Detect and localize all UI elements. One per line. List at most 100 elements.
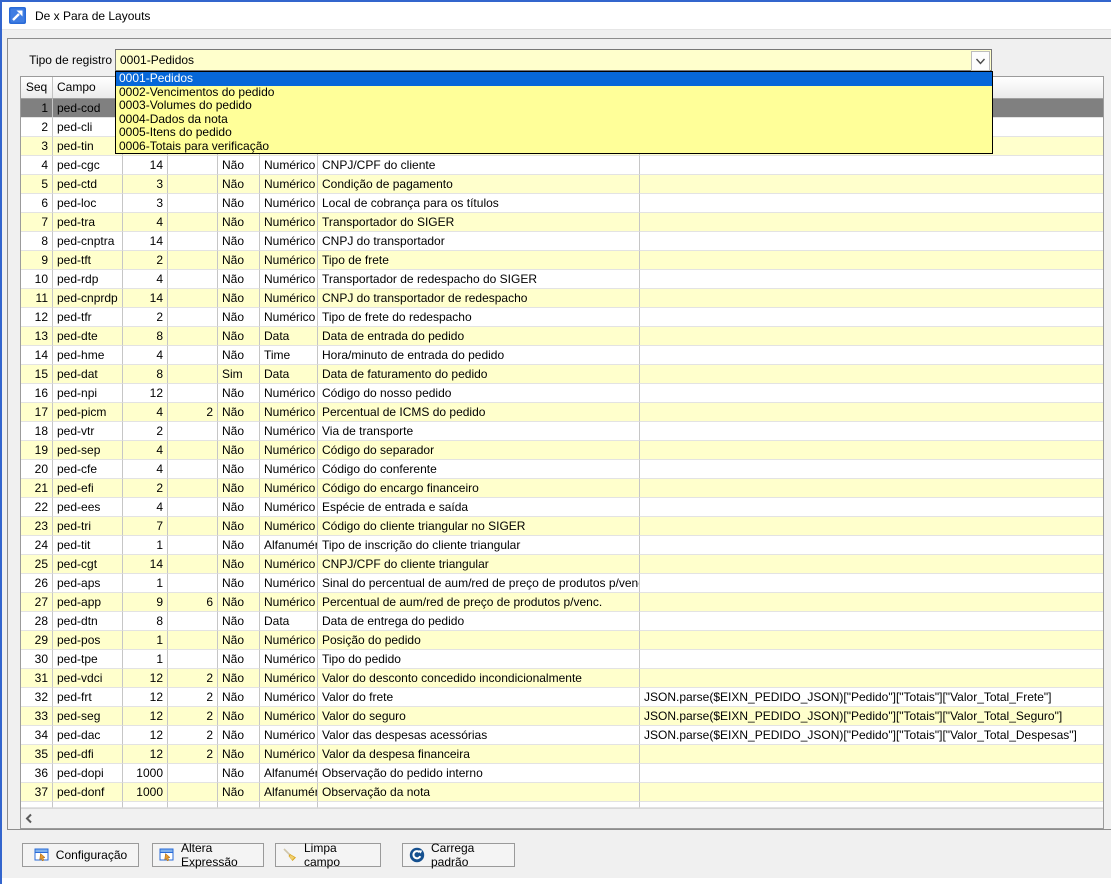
cell-dec xyxy=(168,441,218,460)
table-row[interactable]: 15ped-dat8SimDataData de faturamento do … xyxy=(21,365,1103,384)
cell-tipo: Numérico xyxy=(260,688,318,707)
table-row[interactable]: 31ped-vdci122NãoNuméricoValor do descont… xyxy=(21,669,1103,688)
table-row[interactable]: 25ped-cgt14NãoNuméricoCNPJ/CPF do client… xyxy=(21,555,1103,574)
horizontal-scrollbar[interactable] xyxy=(21,808,1103,828)
cell-tipo: Numérico xyxy=(260,555,318,574)
cell-dec xyxy=(168,327,218,346)
cell-obr: Não xyxy=(218,346,260,365)
cell-seq: 2 xyxy=(21,118,53,137)
cell-tam: 3 xyxy=(123,175,168,194)
cell-seq: 18 xyxy=(21,422,53,441)
table-row[interactable]: 27ped-app96NãoNuméricoPercentual de aum/… xyxy=(21,593,1103,612)
cell-expr xyxy=(640,574,1103,593)
dropdown-option[interactable]: 0006-Totais para verificação xyxy=(116,140,992,154)
dropdown-option[interactable]: 0004-Dados da nota xyxy=(116,113,992,127)
cell-expr: JSON.parse($EIXN_PEDIDO_JSON)["Pedido"][… xyxy=(640,688,1103,707)
table-row[interactable]: 7ped-tra4NãoNuméricoTransportador do SIG… xyxy=(21,213,1103,232)
table-row[interactable]: 4ped-cgc14NãoNuméricoCNPJ/CPF do cliente xyxy=(21,156,1103,175)
table-row[interactable]: 35ped-dfi122NãoNuméricoValor da despesa … xyxy=(21,745,1103,764)
cell-desc: Observação da nota xyxy=(318,783,640,802)
cell-desc: Hora/minuto de entrada do pedido xyxy=(318,346,640,365)
table-row[interactable]: 9ped-tft2NãoNuméricoTipo de frete xyxy=(21,251,1103,270)
table-row[interactable]: 13ped-dte8NãoDataData de entrada do pedi… xyxy=(21,327,1103,346)
table-row[interactable]: 19ped-sep4NãoNuméricoCódigo do separador xyxy=(21,441,1103,460)
cell-dec xyxy=(168,536,218,555)
table-row[interactable]: 18ped-vtr2NãoNuméricoVia de transporte xyxy=(21,422,1103,441)
cell-tam: 7 xyxy=(123,517,168,536)
cell-dec xyxy=(168,612,218,631)
cell-desc: Tipo de frete do redespacho xyxy=(318,308,640,327)
table-row[interactable]: 20ped-cfe4NãoNuméricoCódigo do conferent… xyxy=(21,460,1103,479)
cell-dec xyxy=(168,783,218,802)
table-row[interactable]: 16ped-npi12NãoNuméricoCódigo do nosso pe… xyxy=(21,384,1103,403)
cell-tam: 12 xyxy=(123,688,168,707)
table-row[interactable]: 6ped-loc3NãoNuméricoLocal de cobrança pa… xyxy=(21,194,1103,213)
cell-tipo: Numérico xyxy=(260,403,318,422)
combobox-dropdown-button[interactable] xyxy=(971,51,990,71)
scroll-left-button[interactable] xyxy=(21,809,38,828)
table-row[interactable]: 33ped-seg122NãoNuméricoValor do seguroJS… xyxy=(21,707,1103,726)
table-row[interactable]: 36ped-dopi1000NãoAlfanuméricoObservação … xyxy=(21,764,1103,783)
cell-desc: CNPJ/CPF do cliente triangular xyxy=(318,555,640,574)
table-row[interactable]: 32ped-frt122NãoNuméricoValor do freteJSO… xyxy=(21,688,1103,707)
cell-desc: Espécie de entrada e saída xyxy=(318,498,640,517)
cell-campo: ped-ees xyxy=(53,498,123,517)
window-title: De x Para de Layouts xyxy=(35,9,150,23)
table-row[interactable]: 26ped-aps1NãoNuméricoSinal do percentual… xyxy=(21,574,1103,593)
dropdown-option[interactable]: 0005-Itens do pedido xyxy=(116,126,992,140)
table-row[interactable]: 14ped-hme4NãoTimeHora/minuto de entrada … xyxy=(21,346,1103,365)
cell-tam: 1 xyxy=(123,650,168,669)
cell-seq: 6 xyxy=(21,194,53,213)
cell-campo: ped-frt xyxy=(53,688,123,707)
cell-expr xyxy=(640,536,1103,555)
clear-field-button[interactable]: Limpa campo xyxy=(275,843,381,867)
table-row[interactable]: 21ped-efi2NãoNuméricoCódigo do encargo f… xyxy=(21,479,1103,498)
table-row[interactable]: 11ped-cnprdp14NãoNuméricoCNPJ do transpo… xyxy=(21,289,1103,308)
cell-campo: ped-tra xyxy=(53,213,123,232)
cell-tam: 4 xyxy=(123,498,168,517)
table-row[interactable]: 10ped-rdp4NãoNuméricoTransportador de re… xyxy=(21,270,1103,289)
cell-dec xyxy=(168,175,218,194)
cell-obr: Não xyxy=(218,422,260,441)
cell-expr xyxy=(640,650,1103,669)
dropdown-option[interactable]: 0002-Vencimentos do pedido xyxy=(116,86,992,100)
cell-campo: ped-tri xyxy=(53,517,123,536)
configuration-button[interactable]: Configuração xyxy=(22,843,139,867)
table-row[interactable]: 5ped-ctd3NãoNuméricoCondição de pagament… xyxy=(21,175,1103,194)
table-row[interactable]: 17ped-picm42NãoNuméricoPercentual de ICM… xyxy=(21,403,1103,422)
table-row[interactable]: 37ped-donf1000NãoAlfanuméricoObservação … xyxy=(21,783,1103,802)
cell-tam: 12 xyxy=(123,669,168,688)
cell-dec: 2 xyxy=(168,745,218,764)
table-row[interactable]: 23ped-tri7NãoNuméricoCódigo do cliente t… xyxy=(21,517,1103,536)
table-row[interactable]: 22ped-ees4NãoNuméricoEspécie de entrada … xyxy=(21,498,1103,517)
cell-desc: CNPJ do transportador de redespacho xyxy=(318,289,640,308)
table-row[interactable]: 28ped-dtn8NãoDataData de entrega do pedi… xyxy=(21,612,1103,631)
load-default-button[interactable]: Carrega padrão xyxy=(402,843,515,867)
cell-tipo: Data xyxy=(260,327,318,346)
cell-desc: Código do cliente triangular no SIGER xyxy=(318,517,640,536)
record-type-combobox[interactable]: 0001-Pedidos xyxy=(115,49,992,71)
table-row[interactable]: 29ped-pos1NãoNuméricoPosição do pedido xyxy=(21,631,1103,650)
table-row[interactable]: 30ped-tpe1NãoNuméricoTipo do pedido xyxy=(21,650,1103,669)
cell-expr: JSON.parse($EIXN_PEDIDO_JSON)["Pedido"][… xyxy=(640,707,1103,726)
cell-seq: 9 xyxy=(21,251,53,270)
cell-obr: Não xyxy=(218,574,260,593)
table-row[interactable]: 8ped-cnptra14NãoNuméricoCNPJ do transpor… xyxy=(21,232,1103,251)
cell-campo: ped-tpe xyxy=(53,650,123,669)
clear-field-button-label: Limpa campo xyxy=(304,841,374,869)
cell-seq: 24 xyxy=(21,536,53,555)
table-row[interactable]: 34ped-dac122NãoNuméricoValor das despesa… xyxy=(21,726,1103,745)
dropdown-option[interactable]: 0001-Pedidos xyxy=(116,72,992,86)
cell-tipo: Numérico xyxy=(260,460,318,479)
cell-dec: 6 xyxy=(168,593,218,612)
cell-desc: Observação do pedido interno xyxy=(318,764,640,783)
dropdown-option[interactable]: 0003-Volumes do pedido xyxy=(116,99,992,113)
table-row[interactable]: 24ped-tit1NãoAlfanuméricoTipo de inscriç… xyxy=(21,536,1103,555)
cell-tipo: Numérico xyxy=(260,669,318,688)
alter-expression-button[interactable]: Altera Expressão xyxy=(152,843,264,867)
cell-campo: ped-cgc xyxy=(53,156,123,175)
cell-obr: Sim xyxy=(218,365,260,384)
cell-campo: ped-npi xyxy=(53,384,123,403)
table-row[interactable]: 12ped-tfr2NãoNuméricoTipo de frete do re… xyxy=(21,308,1103,327)
cell-dec xyxy=(168,764,218,783)
